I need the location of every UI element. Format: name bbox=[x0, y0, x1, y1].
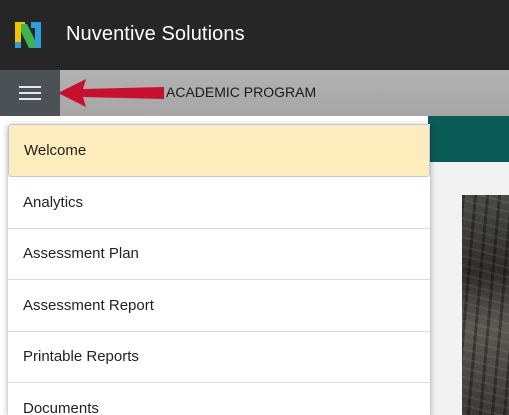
page-header-band bbox=[428, 116, 509, 162]
hamburger-menu-icon bbox=[19, 85, 41, 101]
menu-item-analytics[interactable]: Analytics bbox=[8, 177, 430, 229]
menu-item-label: Assessment Report bbox=[23, 296, 154, 314]
menu-item-label: Documents bbox=[23, 399, 99, 415]
program-label: ACADEMIC PROGRAM bbox=[166, 84, 317, 100]
menu-item-documents[interactable]: Documents bbox=[8, 383, 430, 415]
navigation-menu: Welcome Analytics Assessment Plan Assess… bbox=[8, 124, 430, 415]
menu-toggle-button[interactable] bbox=[0, 70, 60, 116]
menu-item-label: Analytics bbox=[23, 193, 84, 211]
menu-item-welcome[interactable]: Welcome bbox=[8, 124, 430, 177]
red-arrow-icon bbox=[58, 79, 164, 107]
menu-item-printable-reports[interactable]: Printable Reports bbox=[8, 331, 430, 383]
banner-image bbox=[462, 195, 509, 415]
menu-item-label: Assessment Plan bbox=[23, 245, 139, 263]
menu-item-assessment-plan[interactable]: Assessment Plan bbox=[8, 228, 430, 280]
menu-item-label: Printable Reports bbox=[23, 348, 139, 366]
menu-item-label: Welcome bbox=[24, 142, 87, 159]
title-bar: Nuventive Solutions bbox=[0, 0, 509, 70]
app-window: Nuventive Solutions ACADEMIC PROGRAM Wel… bbox=[0, 0, 509, 415]
app-title: Nuventive Solutions bbox=[66, 23, 245, 45]
nuventive-logo-icon bbox=[13, 20, 43, 50]
menu-item-assessment-report[interactable]: Assessment Report bbox=[8, 280, 430, 332]
